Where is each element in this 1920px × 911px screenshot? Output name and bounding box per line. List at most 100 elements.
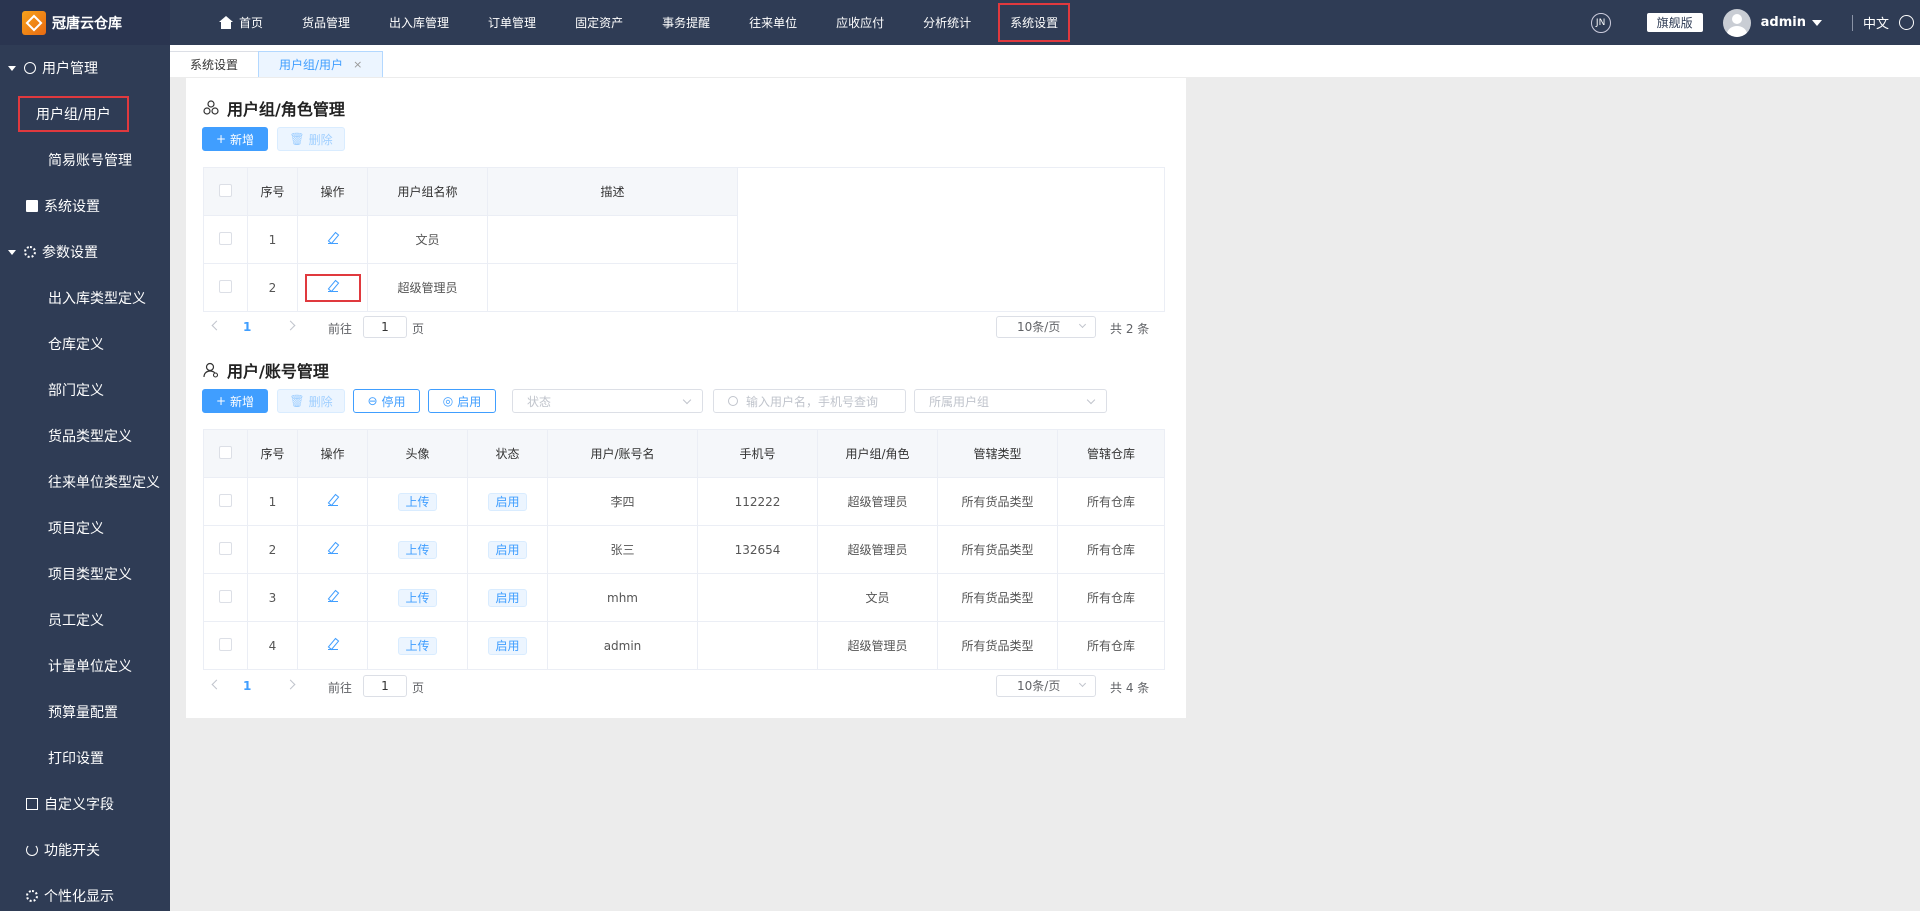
sidebar-group-param-settings[interactable]: 参数设置 xyxy=(0,229,160,275)
user-avatar[interactable] xyxy=(1722,8,1751,37)
delete-group-button[interactable]: 🗑 删除 xyxy=(277,127,345,151)
close-icon[interactable]: × xyxy=(353,58,362,71)
nav-receivables[interactable]: 应收应付 xyxy=(824,0,896,45)
sidebar-item-feature-switch[interactable]: 功能开关 xyxy=(0,827,160,873)
add-group-button[interactable]: + 新增 xyxy=(202,127,268,151)
edit-icon[interactable] xyxy=(327,232,339,244)
tab-user-group-user[interactable]: 用户组/用户 × xyxy=(258,51,384,77)
sidebar-item-personalize[interactable]: 个性化显示 xyxy=(0,873,160,911)
app-logo[interactable]: 冠唐云仓库 xyxy=(0,0,170,45)
next-page-icon[interactable] xyxy=(285,679,296,690)
sidebar-item-label: 用户组/用户 xyxy=(18,96,129,132)
checkbox[interactable] xyxy=(219,493,232,507)
column-header: 用户组/角色 xyxy=(817,429,938,478)
disable-user-button[interactable]: ⊖ 停用 xyxy=(353,389,420,413)
row-select-cell[interactable] xyxy=(203,573,248,622)
edit-icon[interactable] xyxy=(327,542,339,554)
nav-system-settings[interactable]: 系统设置 xyxy=(998,3,1071,42)
table-row: 3 上传 启用 mhm 文员 所有货品类型 所有仓库 xyxy=(203,573,1165,622)
edit-icon[interactable] xyxy=(327,590,339,602)
upload-avatar-button[interactable]: 上传 xyxy=(398,636,437,655)
select-all-cell[interactable] xyxy=(203,429,248,478)
sidebar-item-budget[interactable]: 预算量配置 xyxy=(0,689,160,735)
prev-page-icon[interactable] xyxy=(211,320,222,331)
column-header: 管辖类型 xyxy=(937,429,1058,478)
checkbox[interactable] xyxy=(219,279,232,293)
upload-avatar-button[interactable]: 上传 xyxy=(398,588,437,607)
edit-icon[interactable] xyxy=(327,638,339,650)
page-number[interactable]: 1 xyxy=(243,679,251,693)
row-select-cell[interactable] xyxy=(203,525,248,574)
page-size-select[interactable]: 10条/页 xyxy=(996,316,1096,338)
edit-highlight[interactable] xyxy=(304,273,361,302)
checkbox[interactable] xyxy=(219,231,232,245)
total-count: 共 4 条 xyxy=(1110,681,1150,695)
select-all-cell[interactable] xyxy=(203,167,248,216)
delete-user-button[interactable]: 🗑 删除 xyxy=(277,389,345,413)
sidebar-item-label: 自定义字段 xyxy=(44,797,114,813)
sidebar-item-user-group-user[interactable]: 用户组/用户 xyxy=(0,91,160,137)
sidebar-group-user-management[interactable]: 用户管理 xyxy=(0,45,160,91)
checkbox[interactable] xyxy=(219,589,232,603)
section-title-text: 用户/账号管理 xyxy=(227,362,329,381)
checkbox[interactable] xyxy=(219,541,232,555)
row-select-cell[interactable] xyxy=(203,477,248,526)
sidebar-item-department[interactable]: 部门定义 xyxy=(0,367,160,413)
add-user-button[interactable]: + 新增 xyxy=(202,389,268,413)
column-header: 序号 xyxy=(247,167,298,216)
page-jump-input[interactable]: 1 xyxy=(363,316,407,338)
sidebar-item-employee[interactable]: 员工定义 xyxy=(0,597,160,643)
sidebar-scrollbar[interactable] xyxy=(160,45,170,911)
tab-system-settings[interactable]: 系统设置 xyxy=(170,51,260,77)
avatar-cell: 上传 xyxy=(367,573,468,622)
upload-avatar-button[interactable]: 上传 xyxy=(398,540,437,559)
sidebar-item-warehouse[interactable]: 仓库定义 xyxy=(0,321,160,367)
brand-circle-icon[interactable]: JN xyxy=(1590,12,1611,33)
sidebar-item-unit[interactable]: 计量单位定义 xyxy=(0,643,160,689)
sidebar-item-inout-type[interactable]: 出入库类型定义 xyxy=(0,275,160,321)
sidebar-item-partner-type[interactable]: 往来单位类型定义 xyxy=(0,459,160,505)
nav-reminders[interactable]: 事务提醒 xyxy=(650,0,722,45)
prev-page-icon[interactable] xyxy=(211,679,222,690)
sidebar-item-custom-fields[interactable]: 自定义字段 xyxy=(0,781,160,827)
next-page-icon[interactable] xyxy=(285,320,296,331)
top-right-area: JN 旗舰版 admin 中文 xyxy=(1590,0,1920,45)
nav-assets[interactable]: 固定资产 xyxy=(563,0,635,45)
page-jump-input[interactable]: 1 xyxy=(363,675,407,697)
enable-user-button[interactable]: ◎ 启用 xyxy=(428,389,496,413)
nav-orders[interactable]: 订单管理 xyxy=(476,0,548,45)
row-select-cell[interactable] xyxy=(203,621,248,670)
row-select-cell[interactable] xyxy=(203,263,248,312)
sidebar-item-simple-account[interactable]: 简易账号管理 xyxy=(0,137,160,183)
nav-analytics[interactable]: 分析统计 xyxy=(911,0,983,45)
globe-icon[interactable] xyxy=(1899,15,1914,30)
nav-home[interactable]: 首页 xyxy=(207,0,275,45)
language-switch[interactable]: 中文 xyxy=(1863,13,1889,32)
nav-inout[interactable]: 出入库管理 xyxy=(377,0,461,45)
nav-goods[interactable]: 货品管理 xyxy=(290,0,362,45)
sidebar-item-project[interactable]: 项目定义 xyxy=(0,505,160,551)
upload-avatar-button[interactable]: 上传 xyxy=(398,492,437,511)
sidebar-item-goods-type[interactable]: 货品类型定义 xyxy=(0,413,160,459)
page-number[interactable]: 1 xyxy=(243,320,251,334)
checkbox[interactable] xyxy=(219,637,232,651)
checkbox[interactable] xyxy=(219,183,232,197)
group-name: 文员 xyxy=(367,215,488,264)
chevron-down-icon[interactable] xyxy=(1811,19,1822,26)
page-size-select[interactable]: 10条/页 xyxy=(996,675,1096,697)
row-select-cell[interactable] xyxy=(203,215,248,264)
sidebar-item-project-type[interactable]: 项目类型定义 xyxy=(0,551,160,597)
user-group-select[interactable]: 所属用户组 xyxy=(914,389,1107,413)
edit-icon[interactable] xyxy=(327,494,339,506)
search-input[interactable]: 输入用户名，手机号查询 xyxy=(713,389,906,413)
user-name[interactable]: admin xyxy=(1761,15,1806,30)
edit-icon[interactable] xyxy=(327,280,339,292)
sidebar-item-label: 仓库定义 xyxy=(48,337,104,353)
nav-partners[interactable]: 往来单位 xyxy=(737,0,809,45)
sidebar-item-print[interactable]: 打印设置 xyxy=(0,735,160,781)
sidebar-item-system-settings[interactable]: 系统设置 xyxy=(0,183,160,229)
row-index: 1 xyxy=(247,477,298,526)
divider xyxy=(1851,14,1853,31)
status-select[interactable]: 状态 xyxy=(512,389,703,413)
checkbox[interactable] xyxy=(219,445,232,459)
